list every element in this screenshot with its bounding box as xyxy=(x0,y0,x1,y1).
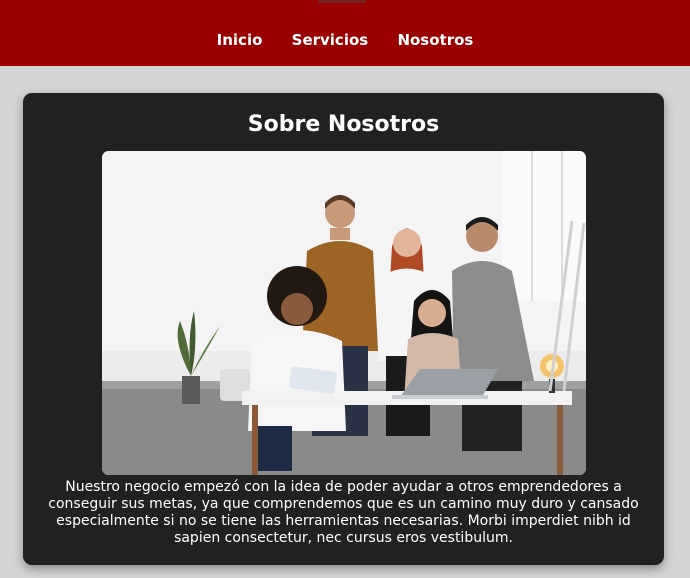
team-photo-illustration xyxy=(102,151,586,475)
about-description: Nuestro negocio empezó con la idea de po… xyxy=(48,479,639,546)
site-header: Inicio Servicios Nosotros xyxy=(0,0,690,66)
about-card: Sobre Nosotros Nuestro negocio empezó co… xyxy=(23,93,664,565)
nav-link-servicios[interactable]: Servicios xyxy=(292,31,369,49)
team-photo xyxy=(102,151,586,475)
logo[interactable] xyxy=(318,0,366,3)
nav-link-nosotros[interactable]: Nosotros xyxy=(397,31,473,49)
about-title: Sobre Nosotros xyxy=(247,112,440,137)
main-nav: Inicio Servicios Nosotros xyxy=(0,31,690,49)
nav-link-inicio[interactable]: Inicio xyxy=(217,31,263,49)
